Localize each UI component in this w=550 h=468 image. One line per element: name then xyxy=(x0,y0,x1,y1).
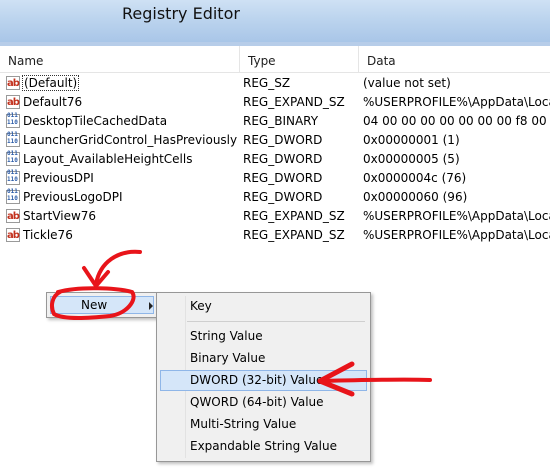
registry-value-row[interactable]: Default76 REG_EXPAND_SZ %USERPROFILE%\Ap… xyxy=(0,93,550,112)
string-value-icon xyxy=(6,74,20,93)
value-name: DesktopTileCachedData xyxy=(23,114,168,128)
registry-value-row[interactable]: (Default) REG_SZ (value not set) xyxy=(0,74,550,93)
binary-value-icon xyxy=(6,169,20,185)
value-data: 0x00000060 (96) xyxy=(363,190,468,204)
value-type: REG_EXPAND_SZ xyxy=(243,95,345,109)
value-name: StartView76 xyxy=(23,209,97,223)
menu-item-expandable-string-value[interactable]: Expandable String Value xyxy=(190,436,337,456)
menu-item-multi-string-value[interactable]: Multi-String Value xyxy=(190,414,296,434)
registry-value-row[interactable]: PreviousLogoDPI REG_DWORD 0x00000060 (96… xyxy=(0,188,550,207)
value-type: REG_EXPAND_SZ xyxy=(243,209,345,223)
menu-separator xyxy=(187,321,365,322)
menu-item-dword-value[interactable]: DWORD (32-bit) Value xyxy=(190,370,323,390)
registry-value-row[interactable]: PreviousDPI REG_DWORD 0x0000004c (76) xyxy=(0,169,550,188)
menu-item-string-value[interactable]: String Value xyxy=(190,326,263,346)
binary-value-icon xyxy=(6,112,20,128)
value-data: %USERPROFILE%\AppData\Local\M xyxy=(363,95,550,109)
value-data: 0x00000005 (5) xyxy=(363,152,460,166)
value-name: Tickle76 xyxy=(23,228,73,242)
registry-value-row[interactable]: DesktopTileCachedData REG_BINARY 04 00 0… xyxy=(0,112,550,131)
value-type: REG_EXPAND_SZ xyxy=(243,228,345,242)
column-header-data[interactable]: Data xyxy=(359,46,550,72)
new-submenu: Key String Value Binary Value DWORD (32-… xyxy=(156,292,371,462)
value-type: REG_DWORD xyxy=(243,190,323,204)
title-bar: Registry Editor xyxy=(0,0,550,42)
window-title: Registry Editor xyxy=(122,4,240,23)
binary-value-icon xyxy=(6,131,20,147)
registry-value-row[interactable]: StartView76 REG_EXPAND_SZ %USERPROFILE%\… xyxy=(0,207,550,226)
value-name: Layout_AvailableHeightCells xyxy=(23,152,193,166)
menu-item-new[interactable]: New xyxy=(50,296,154,314)
value-data: %USERPROFILE%\AppData\Local\M xyxy=(363,209,550,223)
registry-value-row[interactable]: Tickle76 REG_EXPAND_SZ %USERPROFILE%\App… xyxy=(0,226,550,245)
binary-value-icon xyxy=(6,188,20,204)
value-name: (Default) xyxy=(21,75,80,91)
value-name: PreviousDPI xyxy=(23,171,94,185)
string-value-icon xyxy=(6,207,20,226)
value-data: 0x0000004c (76) xyxy=(363,171,467,185)
value-type: REG_DWORD xyxy=(243,133,323,147)
menu-item-qword-value[interactable]: QWORD (64-bit) Value xyxy=(190,392,324,412)
registry-value-row[interactable]: LauncherGridControl_HasPreviouslyRun REG… xyxy=(0,131,550,150)
value-type: REG_DWORD xyxy=(243,171,323,185)
registry-value-row[interactable]: Layout_AvailableHeightCells REG_DWORD 0x… xyxy=(0,150,550,169)
submenu-arrow-icon xyxy=(149,302,153,310)
value-type: REG_BINARY xyxy=(243,114,319,128)
value-type: REG_DWORD xyxy=(243,152,323,166)
context-menu: New xyxy=(46,292,158,318)
value-data: 04 00 00 00 00 00 00 00 f8 00 00 00 78 xyxy=(363,114,550,128)
value-name: Default76 xyxy=(23,95,83,109)
binary-value-icon xyxy=(6,150,20,166)
string-value-icon xyxy=(6,226,20,245)
value-data: %USERPROFILE%\AppData\Local\M xyxy=(363,228,550,242)
value-name: PreviousLogoDPI xyxy=(23,190,123,204)
value-name: LauncherGridControl_HasPreviouslyRun xyxy=(23,133,238,147)
column-header-type[interactable]: Type xyxy=(240,46,359,72)
value-data: 0x00000001 (1) xyxy=(363,133,460,147)
menu-item-binary-value[interactable]: Binary Value xyxy=(190,348,265,368)
value-type: REG_SZ xyxy=(243,76,291,90)
menu-item-new-label: New xyxy=(81,298,108,312)
column-header-name[interactable]: Name xyxy=(0,46,240,72)
string-value-icon xyxy=(6,93,20,112)
menu-item-key[interactable]: Key xyxy=(190,296,212,316)
list-header: Name Type Data xyxy=(0,46,550,73)
value-data: (value not set) xyxy=(363,76,451,90)
